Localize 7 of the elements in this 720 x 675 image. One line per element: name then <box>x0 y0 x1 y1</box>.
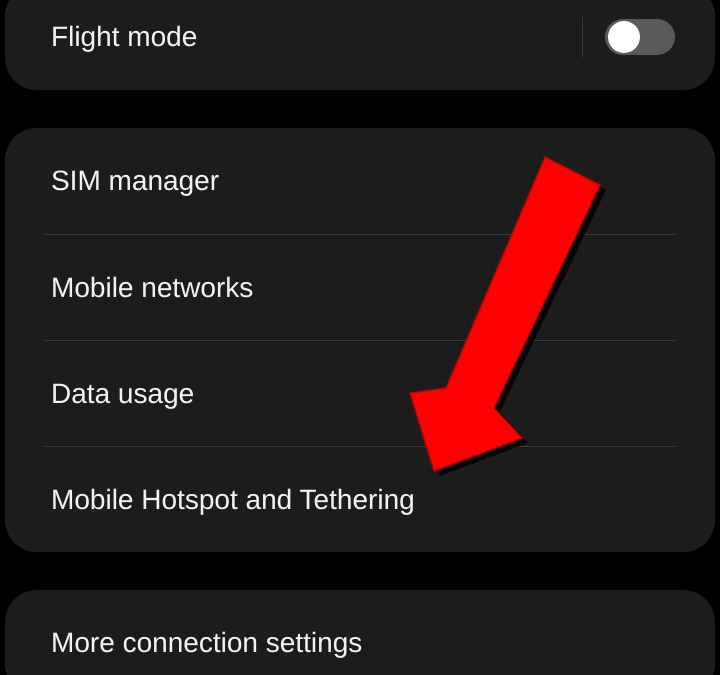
setting-label[interactable]: Data usage <box>45 372 675 414</box>
setting-label[interactable]: More connection settings <box>45 622 675 664</box>
setting-label[interactable]: Mobile Hotspot and Tethering <box>45 478 675 520</box>
setting-label[interactable]: Mobile networks <box>45 266 675 308</box>
setting-label[interactable]: SIM manager <box>45 160 675 202</box>
setting-label[interactable]: Flight mode <box>45 16 582 58</box>
toggle-switch[interactable] <box>605 19 675 55</box>
